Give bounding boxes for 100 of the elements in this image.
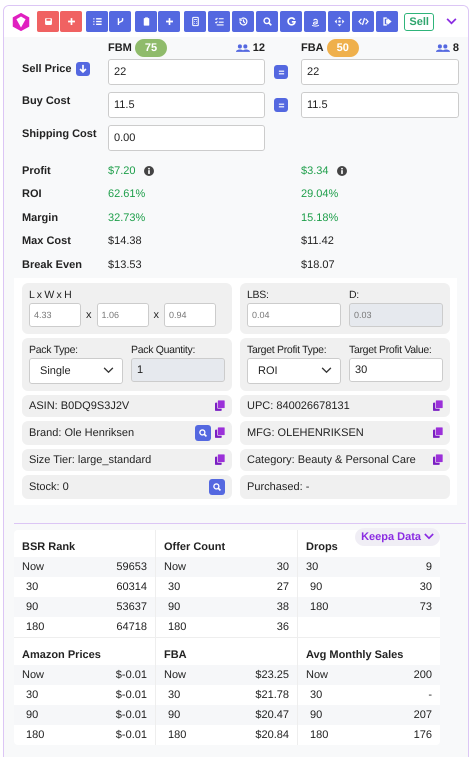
checklist-button[interactable] [208, 11, 230, 32]
info-text: Purchased: - [247, 480, 310, 492]
price-input[interactable]: 22 [301, 59, 459, 85]
copy-icon[interactable] [433, 400, 443, 411]
table-value: 200 [414, 668, 432, 680]
logo-icon[interactable] [10, 10, 32, 32]
dimension-input[interactable]: 4.33 [29, 302, 81, 326]
times-sign: x [86, 308, 92, 320]
info-icon[interactable] [336, 166, 347, 176]
history-button[interactable] [232, 11, 254, 32]
equals-button[interactable] [274, 65, 288, 79]
field-label: Sell Price [22, 63, 72, 75]
plus-icon [66, 16, 76, 27]
letter-a-icon [310, 16, 320, 27]
channel-label: FBM [108, 42, 132, 54]
floppy-disk-button[interactable] [37, 11, 59, 32]
number-input[interactable]: 30 [349, 358, 443, 382]
period-label: 90 [25, 708, 38, 720]
copy-icon[interactable] [215, 427, 225, 438]
period-label: Now [164, 560, 186, 572]
field-label: L x W x H [29, 288, 72, 300]
price-input[interactable]: 0.00 [108, 125, 265, 151]
info-text: Brand: Ole Henriksen [29, 426, 136, 438]
metric-value: $11.42 [301, 235, 334, 248]
copy-icon[interactable] [215, 454, 225, 465]
equals-button[interactable] [274, 98, 288, 112]
metric-value: $13.53 [108, 258, 142, 271]
info-icon[interactable] [144, 166, 154, 176]
table-value: 27 [276, 580, 289, 592]
select-field[interactable]: ROI [247, 358, 341, 384]
period-label: 180 [25, 728, 44, 740]
table-value: - [428, 688, 432, 700]
letter-g-button[interactable] [280, 11, 302, 32]
copy-icon[interactable] [433, 454, 443, 465]
search-button[interactable] [256, 11, 278, 32]
clipboard-button[interactable] [135, 11, 157, 32]
period-label: 30 [306, 560, 318, 572]
metric-value: 15.18% [301, 212, 338, 224]
keepa-data-button[interactable]: Keepa Data [355, 528, 440, 546]
arrow-down-button[interactable] [76, 62, 90, 76]
period-label: 30 [25, 580, 38, 592]
equals-icon [278, 68, 284, 76]
price-input[interactable]: 22 [108, 59, 265, 85]
table-value: $-0.01 [116, 688, 147, 700]
exit-button[interactable] [376, 11, 398, 32]
list-button[interactable] [86, 11, 108, 32]
field-label: Shipping Cost [22, 128, 97, 140]
period-label: 90 [25, 600, 38, 612]
price-input[interactable]: 11.5 [108, 92, 265, 118]
search-button[interactable] [209, 478, 225, 494]
chevron-down-icon [103, 367, 114, 374]
copy-icon[interactable] [433, 427, 443, 438]
info-text: Size Tier: large_standard [29, 454, 152, 466]
table-title: Amazon Prices [21, 648, 102, 662]
history-icon [238, 16, 248, 27]
field-label: Target Profit Value: [349, 344, 433, 356]
metric-value: 32.73% [108, 212, 146, 224]
times-sign: x [154, 308, 159, 320]
clipboard-icon [140, 16, 152, 27]
period-label: Now [22, 560, 44, 572]
calculator-icon [190, 16, 200, 27]
table-value: 36 [276, 620, 289, 632]
period-label: 30 [309, 688, 322, 700]
table-value: 60314 [116, 580, 147, 592]
dimension-input[interactable]: 1.06 [96, 302, 148, 326]
weight-input[interactable]: 0.04 [247, 302, 341, 326]
table-title: FBA [163, 648, 188, 662]
seller-count: 8 [452, 42, 459, 54]
table-value: $-0.01 [116, 728, 147, 740]
table-value: $-0.01 [116, 708, 147, 720]
table-value: 207 [414, 708, 432, 720]
field-label: Pack Type: [29, 344, 79, 356]
table-value: $20.47 [255, 708, 289, 720]
code-icon [358, 16, 368, 27]
checklist-icon [214, 16, 224, 27]
code-button[interactable] [352, 11, 374, 32]
metric-label: Break Even [22, 258, 83, 271]
search-button[interactable] [195, 424, 211, 440]
metric-value: $3.34 [301, 164, 329, 177]
field-label: Target Profit Type: [247, 344, 328, 356]
plus-button[interactable] [158, 11, 180, 32]
plus-button[interactable] [60, 11, 82, 32]
copy-icon[interactable] [215, 400, 225, 411]
metric-label: ROI [22, 188, 43, 200]
branch-button[interactable] [109, 11, 131, 32]
equals-icon [278, 102, 284, 108]
move-arrows-button[interactable] [328, 11, 350, 32]
price-input[interactable]: 11.5 [301, 92, 459, 118]
seller-count: 12 [252, 42, 265, 54]
period-label: 90 [309, 708, 322, 720]
select-field[interactable]: Single [29, 358, 123, 384]
info-text: Category: Beauty & Personal Care [247, 454, 417, 466]
dimension-input[interactable]: 0.94 [164, 302, 216, 326]
letter-a-button[interactable] [304, 11, 326, 32]
period-label: 180 [309, 600, 328, 612]
table-value: $23.25 [255, 668, 289, 680]
info-text: MFG: OLEHENRIKSEN [247, 426, 365, 438]
chevron-down-icon[interactable] [446, 18, 457, 25]
calculator-button[interactable] [184, 11, 206, 32]
info-text: ASIN: B0DQ9S3J2V [29, 400, 130, 412]
